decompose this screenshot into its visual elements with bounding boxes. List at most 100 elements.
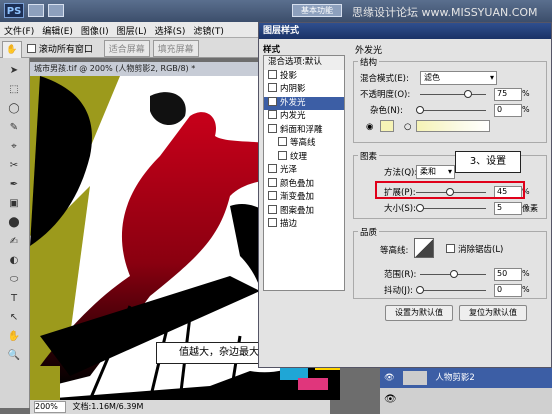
style-checkbox[interactable] — [268, 69, 277, 79]
contour-picker[interactable] — [414, 238, 434, 258]
layer-name: 人物剪影2 — [435, 373, 475, 383]
opacity-slider[interactable] — [420, 94, 486, 95]
opacity-input[interactable]: 75 — [494, 88, 522, 101]
style-checkbox[interactable] — [268, 123, 277, 133]
eye-icon[interactable]: 👁 — [384, 394, 397, 405]
make-default-button[interactable]: 设置为默认值 — [385, 305, 453, 321]
bridge-icon[interactable] — [28, 4, 44, 17]
style-checkbox[interactable] — [268, 204, 277, 214]
blend-options-item[interactable]: 混合选项:默认 — [264, 56, 344, 70]
jitter-input[interactable]: 0 — [494, 284, 522, 297]
noise-slider[interactable] — [420, 110, 486, 111]
quick-select-icon[interactable]: ✎ — [6, 121, 22, 134]
style-item[interactable]: 投影 — [264, 69, 344, 84]
style-item[interactable]: 描边 — [264, 218, 344, 232]
elements-title: 图素 — [358, 150, 380, 162]
title-bar: PS 基本功能 思缘设计论坛 www.MISSYUAN.COM — [0, 0, 552, 22]
range-input[interactable]: 50 — [494, 268, 522, 281]
quality-title: 品质 — [358, 226, 380, 238]
range-slider-thumb[interactable] — [450, 270, 458, 278]
path-select-icon[interactable]: ↖ — [6, 311, 22, 324]
step-callout: 3、设置 — [455, 151, 521, 173]
menu-item[interactable]: 选择(S) — [151, 22, 190, 39]
opacity-slider-thumb[interactable] — [464, 90, 472, 98]
photoshop-logo: PS — [4, 3, 24, 18]
toolbox: ➤ ⬚ ◯ ✎ ⌖ ✂ ✒ ▣ ⬤ ✍ ◐ ⬭ T ↖ ✋ 🔍 — [0, 58, 30, 408]
eraser-icon[interactable]: ⬭ — [6, 273, 22, 286]
style-item[interactable]: 外发光 — [264, 96, 344, 110]
fill-screen-button[interactable]: 填充屏幕 — [152, 40, 199, 57]
size-input[interactable]: 5 — [494, 202, 522, 215]
zoom-field[interactable]: 200% — [34, 401, 66, 413]
move-icon[interactable]: ➤ — [6, 64, 22, 77]
structure-title: 结构 — [358, 56, 380, 68]
style-checkbox[interactable] — [268, 96, 277, 106]
type-icon[interactable]: T — [6, 292, 22, 305]
menu-item[interactable]: 编辑(E) — [38, 22, 77, 39]
opacity-label: 不透明度(O): — [360, 90, 411, 100]
scroll-all-checkbox[interactable] — [26, 44, 36, 53]
jitter-slider-thumb[interactable] — [416, 286, 424, 294]
layer-row-active[interactable]: 👁 人物剪影2 — [380, 368, 552, 388]
style-item[interactable]: 内阴影 — [264, 83, 344, 97]
jitter-slider[interactable] — [420, 290, 486, 291]
glow-gradient-picker[interactable] — [416, 120, 490, 132]
menu-item[interactable]: 文件(F) — [0, 22, 38, 39]
style-item[interactable]: 光泽 — [264, 164, 344, 178]
style-label: 颜色叠加 — [280, 178, 315, 189]
solid-color-radio[interactable]: ◉ — [366, 122, 373, 132]
style-item[interactable]: 等高线 — [264, 137, 344, 151]
hand-icon[interactable]: ✋ — [6, 330, 22, 343]
lasso-icon[interactable]: ◯ — [6, 102, 22, 115]
eyedropper-icon[interactable]: ▣ — [6, 197, 22, 210]
dodge-icon[interactable]: ◐ — [6, 254, 22, 267]
menu-item[interactable]: 滤镜(T) — [189, 22, 228, 39]
glow-color-swatch[interactable] — [380, 120, 394, 132]
hand-tool-icon[interactable]: ✋ — [2, 41, 22, 59]
technique-select[interactable]: 柔和 — [416, 165, 455, 179]
marquee-icon[interactable]: ⬚ — [6, 83, 22, 96]
style-item[interactable]: 渐变叠加 — [264, 191, 344, 205]
brush-icon[interactable]: ✍ — [6, 235, 22, 248]
heal-icon[interactable]: ⬤ — [6, 216, 22, 229]
style-label: 内阴影 — [280, 84, 306, 94]
size-slider-thumb[interactable] — [416, 204, 424, 212]
style-item[interactable]: 颜色叠加 — [264, 177, 344, 192]
layer-row[interactable]: 👁 — [380, 388, 552, 414]
structure-group: 结构 混合模式(E): 滤色 不透明度(O): 75 % 杂色(N): 0 % … — [353, 56, 547, 143]
fit-screen-button[interactable]: 适合屏幕 — [103, 40, 150, 57]
pen-icon[interactable]: ✒ — [6, 178, 22, 191]
slice-icon[interactable]: ✂ — [6, 159, 22, 172]
styles-list: 混合选项:默认 投影内阴影外发光内发光斜面和浮雕等高线纹理光泽颜色叠加渐变叠加图… — [263, 55, 345, 291]
noise-slider-thumb[interactable] — [416, 106, 424, 114]
style-checkbox[interactable] — [268, 83, 277, 92]
contour-label: 等高线: — [380, 246, 409, 256]
document-tab[interactable]: 城市男孩.tif @ 200% (人物剪影2, RGB/8) * — [30, 62, 262, 76]
style-checkbox[interactable] — [268, 110, 277, 119]
noise-input[interactable]: 0 — [494, 104, 522, 117]
crop-icon[interactable]: ⌖ — [6, 140, 22, 153]
zoom-icon[interactable]: 🔍 — [6, 349, 22, 362]
style-item[interactable]: 斜面和浮雕 — [264, 123, 344, 138]
style-item[interactable]: 内发光 — [264, 110, 344, 124]
opacity-unit: % — [522, 89, 530, 98]
blend-mode-select[interactable]: 滤色 — [420, 71, 497, 85]
style-checkbox[interactable] — [278, 150, 287, 160]
style-checkbox[interactable] — [268, 218, 277, 227]
minibridge-icon[interactable] — [48, 4, 64, 17]
style-checkbox[interactable] — [268, 191, 277, 200]
menu-item[interactable]: 图层(L) — [113, 22, 151, 39]
style-item[interactable]: 图案叠加 — [264, 204, 344, 219]
menu-item[interactable]: 图像(I) — [77, 22, 113, 39]
style-checkbox[interactable] — [268, 177, 277, 187]
reset-default-button[interactable]: 复位为默认值 — [459, 305, 527, 321]
style-checkbox[interactable] — [268, 164, 277, 173]
workspace-button[interactable]: 基本功能 — [292, 4, 342, 17]
gradient-radio[interactable]: ○ — [404, 122, 411, 132]
style-label: 内发光 — [280, 111, 306, 121]
size-slider[interactable] — [416, 208, 486, 209]
style-checkbox[interactable] — [278, 137, 287, 146]
eye-icon[interactable]: 👁 — [384, 368, 396, 388]
style-item[interactable]: 纹理 — [264, 150, 344, 165]
antialias-checkbox[interactable] — [446, 244, 455, 253]
